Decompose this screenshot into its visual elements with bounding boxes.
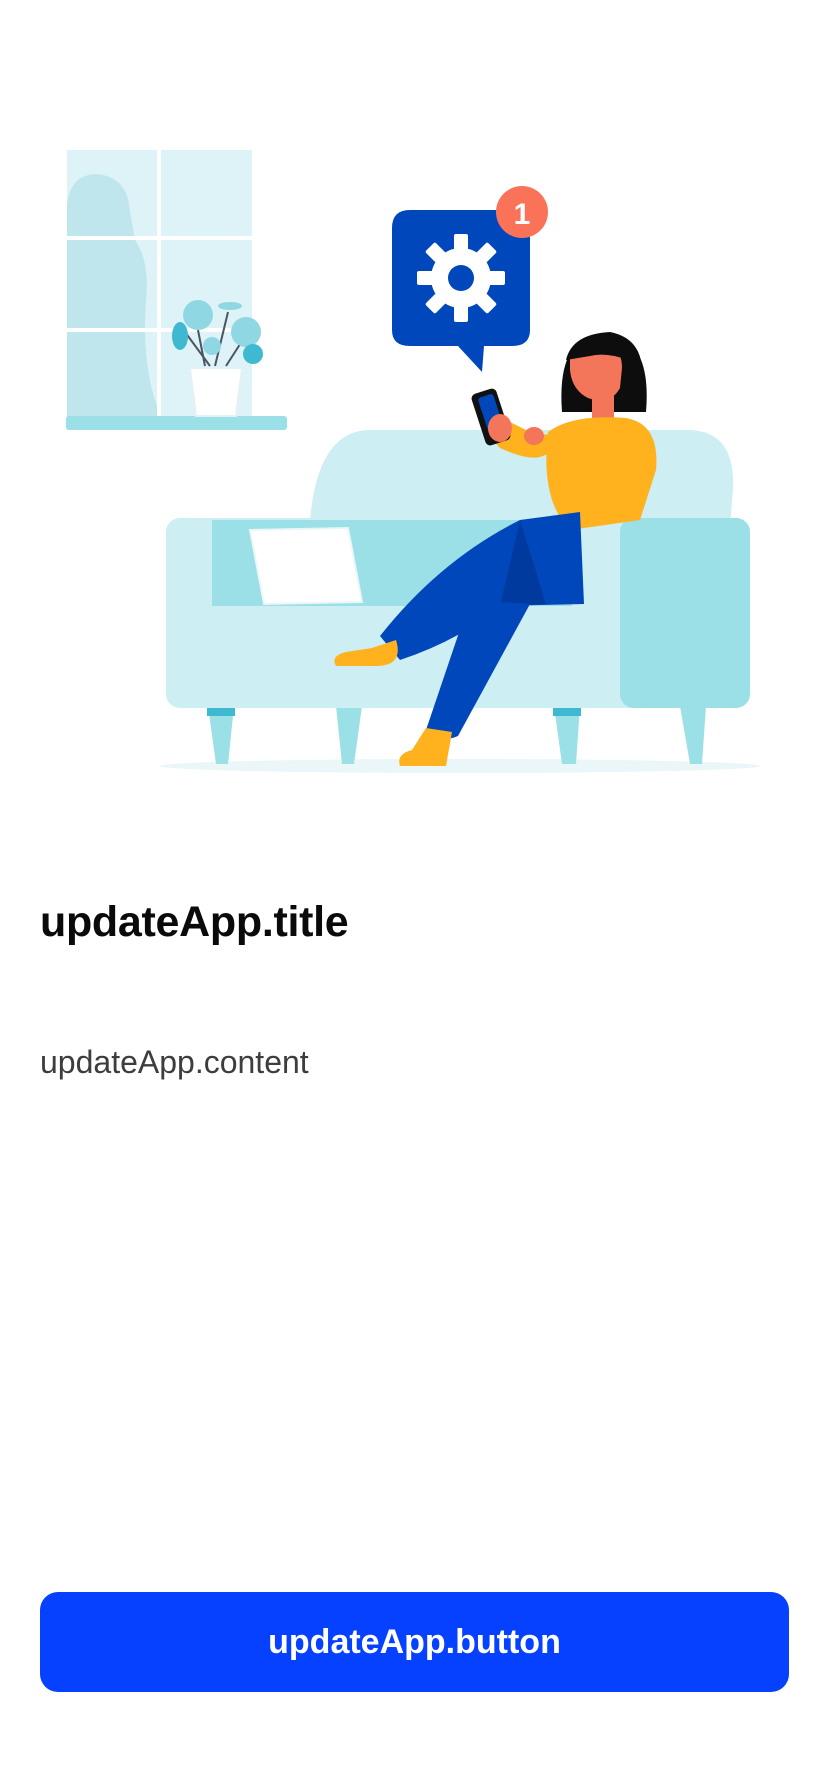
gear-icon [417,234,505,322]
update-description: updateApp.content [40,1044,309,1080]
update-app-illustration: 1 [66,150,760,773]
update-app-button[interactable]: updateApp.button [40,1592,789,1692]
update-app-screen: 1 updateApp.title updateApp.content upda… [0,0,828,1792]
settings-notification-bubble: 1 [392,186,548,372]
notification-count: 1 [514,198,531,231]
page-title: updateApp.title [40,898,349,946]
window [66,150,287,430]
floor-shadow [160,759,760,773]
